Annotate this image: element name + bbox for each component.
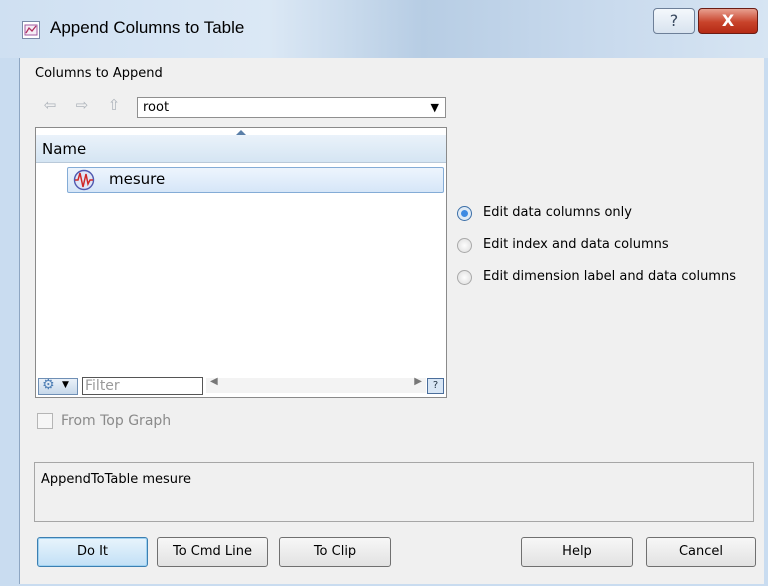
title-bar[interactable]: Append Columns to Table ? X <box>0 0 768 58</box>
location-select[interactable]: root ▼ <box>137 97 446 118</box>
cancel-button[interactable]: Cancel <box>646 537 756 567</box>
settings-menu-button[interactable]: ⚙ ▼ <box>38 377 78 395</box>
name-column-header[interactable]: Name <box>36 135 446 163</box>
radio-edit-index-and-data[interactable] <box>457 238 472 253</box>
chevron-down-icon: ▼ <box>62 380 69 390</box>
browser-help-icon[interactable]: ? <box>427 378 444 394</box>
up-arrow-icon[interactable]: ⇧ <box>105 96 123 114</box>
gear-icon: ⚙ <box>42 377 55 393</box>
horizontal-scrollbar[interactable]: ◀ ▶ <box>206 376 426 393</box>
back-arrow-icon[interactable]: ⇦ <box>41 96 59 114</box>
filter-input[interactable] <box>82 377 203 395</box>
from-top-graph-label: From Top Graph <box>61 413 172 429</box>
wave-icon <box>73 169 95 191</box>
command-text: AppendToTable mesure <box>41 472 192 487</box>
data-browser-list[interactable]: Name mesure ⚙ ▼ ◀ ▶ ? <box>35 127 447 398</box>
dialog-body: Columns to Append ⇦ ⇨ ⇧ root ▼ Name mesu… <box>19 58 764 584</box>
radio-edit-dimension-label-and-data[interactable] <box>457 270 472 285</box>
help-title-button[interactable]: ? <box>653 8 695 34</box>
columns-to-append-label: Columns to Append <box>35 66 163 81</box>
scroll-left-icon[interactable]: ◀ <box>210 376 218 387</box>
scroll-right-icon[interactable]: ▶ <box>414 376 422 387</box>
radio-label-edit-data-only: Edit data columns only <box>483 205 632 220</box>
to-clip-button[interactable]: To Clip <box>279 537 391 567</box>
from-top-graph-checkbox[interactable] <box>37 413 53 429</box>
do-it-button[interactable]: Do It <box>37 537 148 567</box>
location-value: root <box>143 100 170 115</box>
forward-arrow-icon[interactable]: ⇨ <box>73 96 91 114</box>
chevron-down-icon: ▼ <box>430 101 439 114</box>
dialog-window: Append Columns to Table ? X Columns to A… <box>0 0 768 586</box>
app-icon <box>22 21 40 39</box>
radio-label-edit-index-and-data: Edit index and data columns <box>483 237 669 252</box>
radio-edit-data-only[interactable] <box>457 206 472 221</box>
name-column-label: Name <box>42 140 87 158</box>
help-button[interactable]: Help <box>521 537 633 567</box>
list-item[interactable]: mesure <box>67 167 444 193</box>
window-title: Append Columns to Table <box>50 18 245 37</box>
to-cmd-line-button[interactable]: To Cmd Line <box>157 537 268 567</box>
close-button[interactable]: X <box>698 8 758 34</box>
radio-label-edit-dimension-label-and-data: Edit dimension label and data columns <box>483 269 736 284</box>
command-preview: AppendToTable mesure <box>34 462 754 522</box>
list-item-label: mesure <box>109 170 166 188</box>
